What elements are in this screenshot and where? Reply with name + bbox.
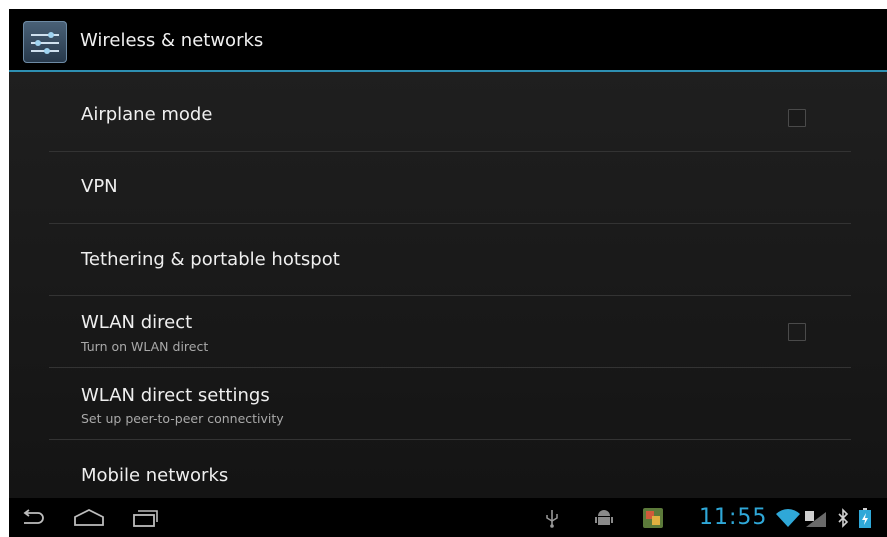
wlan-direct-checkbox[interactable] [788,323,806,341]
setting-title: WLAN direct [81,312,193,333]
setting-title: Airplane mode [81,104,213,125]
wifi-icon [775,498,801,537]
home-icon[interactable] [73,498,105,537]
clock: 11:55 [699,505,768,530]
page-title: Wireless & networks [80,30,264,51]
settings-list: Airplane mode VPN Tethering & portable h… [9,72,887,498]
battery-icon [857,498,873,537]
settings-sliders-icon[interactable] [23,21,67,63]
setting-vpn[interactable] [49,152,851,224]
setting-subtitle: Turn on WLAN direct [81,339,209,354]
system-bar: 11:55 [9,498,887,537]
bluetooth-icon [835,498,851,537]
action-bar: Wireless & networks [9,9,887,70]
usb-icon [543,498,561,537]
setting-title: Tethering & portable hotspot [81,249,340,270]
setting-title: Mobile networks [81,465,229,486]
back-icon[interactable] [19,498,47,537]
android-debug-icon [594,498,614,537]
setting-subtitle: Set up peer-to-peer connectivity [81,411,284,426]
setting-title: WLAN direct settings [81,385,270,406]
setting-title: VPN [81,176,118,197]
gallery-notification-icon[interactable] [641,498,665,537]
airplane-mode-checkbox[interactable] [788,109,806,127]
recent-apps-icon[interactable] [131,498,159,537]
signal-icon [803,498,829,537]
device-screen: Wireless & networks Airplane mode VPN Te… [9,9,887,537]
